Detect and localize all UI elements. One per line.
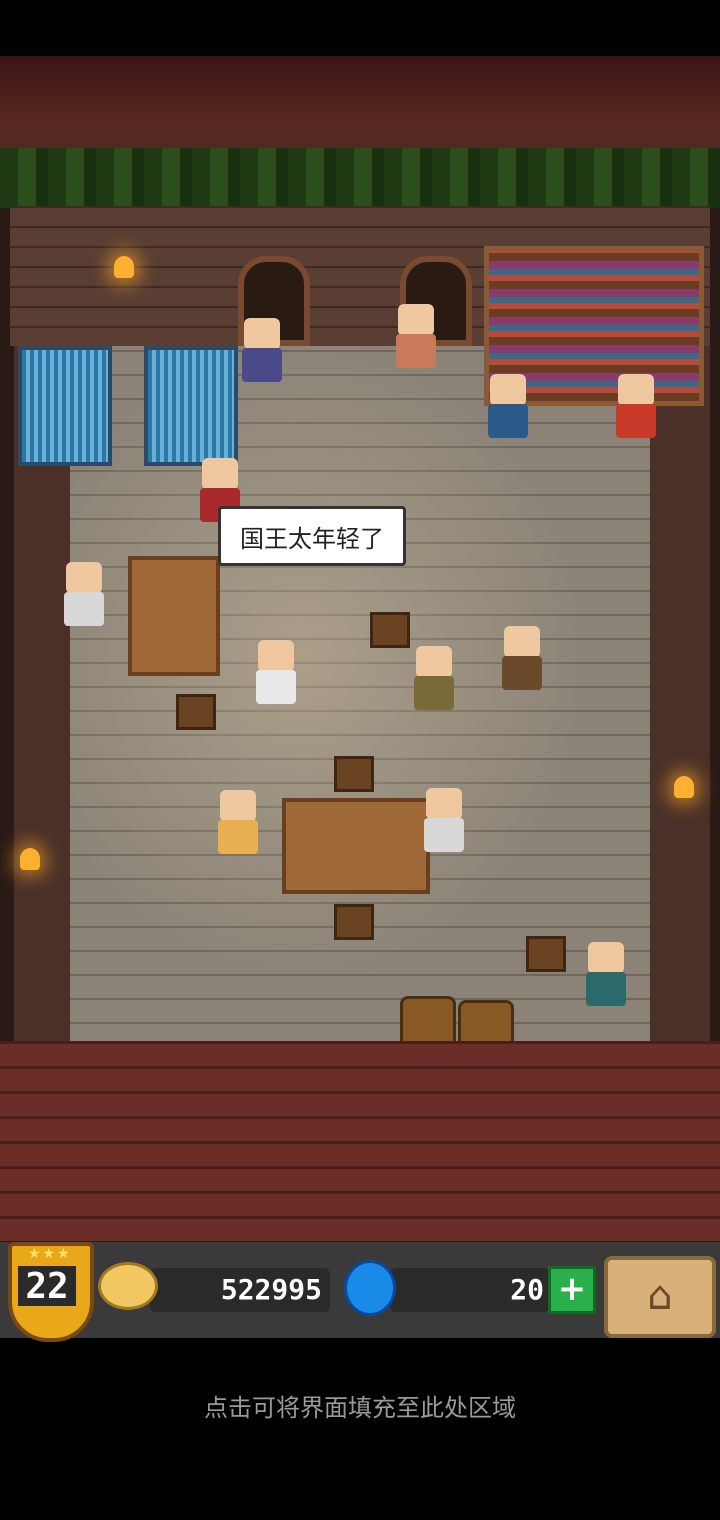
bed-right[interactable] [144, 346, 238, 466]
level-stars: ★★★ [28, 1246, 72, 1262]
stool[interactable] [526, 936, 566, 972]
tavern-scene[interactable] [0, 56, 720, 1242]
home-button[interactable]: ⌂ [604, 1256, 716, 1338]
long-table[interactable] [128, 556, 220, 676]
torch-icon [674, 776, 694, 798]
fill-screen-hint[interactable]: 点击可将界面填充至此处区域 [0, 1388, 720, 1423]
bed-left[interactable] [18, 346, 112, 466]
torch-icon [20, 848, 40, 870]
hero-blue-hat[interactable] [498, 626, 546, 696]
coin-count: 522995 [220, 1273, 322, 1306]
hero-sleepy-goggles[interactable] [238, 318, 286, 388]
hero-blue-turban[interactable] [420, 788, 468, 858]
coin-icon [98, 1262, 158, 1310]
hedge [0, 148, 720, 208]
speech-bubble: 国王太年轻了 [218, 506, 406, 566]
hero-striped[interactable] [214, 790, 262, 860]
player-level: 22 [18, 1266, 76, 1307]
add-gems-button[interactable]: + [548, 1266, 596, 1314]
torch-icon [114, 256, 134, 278]
hero-aviator[interactable] [410, 646, 458, 716]
hero-blonde[interactable] [392, 304, 440, 374]
hero-white-robe[interactable] [60, 562, 108, 632]
hero-leaf-hat[interactable] [582, 942, 630, 1012]
hero-grey-hair[interactable] [484, 374, 532, 444]
king-character[interactable] [252, 640, 300, 710]
top-wall [0, 56, 720, 156]
right-wall [650, 346, 710, 1046]
stool[interactable] [334, 904, 374, 940]
hero-black-hat[interactable] [612, 374, 660, 444]
stool[interactable] [176, 694, 216, 730]
gem-icon [344, 1260, 396, 1316]
stool[interactable] [334, 756, 374, 792]
center-table[interactable] [282, 798, 430, 894]
gem-count: 20 [510, 1273, 544, 1306]
stool[interactable] [370, 612, 410, 648]
bottom-wall [0, 1041, 720, 1241]
level-badge-icon[interactable]: ★★★ 22 [8, 1242, 94, 1342]
